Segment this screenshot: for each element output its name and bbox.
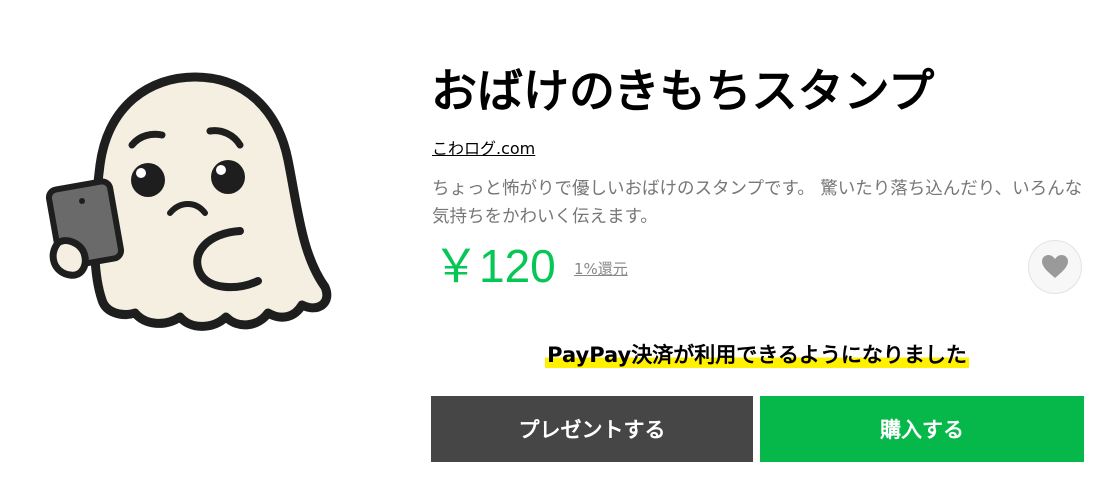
buy-button[interactable]: 購入する [760, 396, 1084, 462]
product-price: ￥120 [433, 240, 556, 292]
sticker-main-image [40, 55, 340, 355]
paypay-notice-text: PayPay決済が利用できるようになりました [545, 340, 969, 370]
paypay-notice: PayPay決済が利用できるようになりました [431, 340, 1083, 370]
cashback-link[interactable]: 1%還元 [574, 258, 628, 280]
present-button[interactable]: プレゼントする [431, 396, 753, 462]
favorite-button[interactable] [1028, 240, 1082, 294]
product-description: ちょっと怖がりで優しいおばけのスタンプです。 驚いたり落ち込んだり、いろんな気持… [432, 179, 1083, 227]
product-title: おばけのきもちスタンプ [431, 64, 935, 118]
heart-icon [1042, 255, 1068, 278]
author-link[interactable]: こわログ.com [432, 137, 535, 161]
ghost-sticker-icon [45, 72, 332, 331]
